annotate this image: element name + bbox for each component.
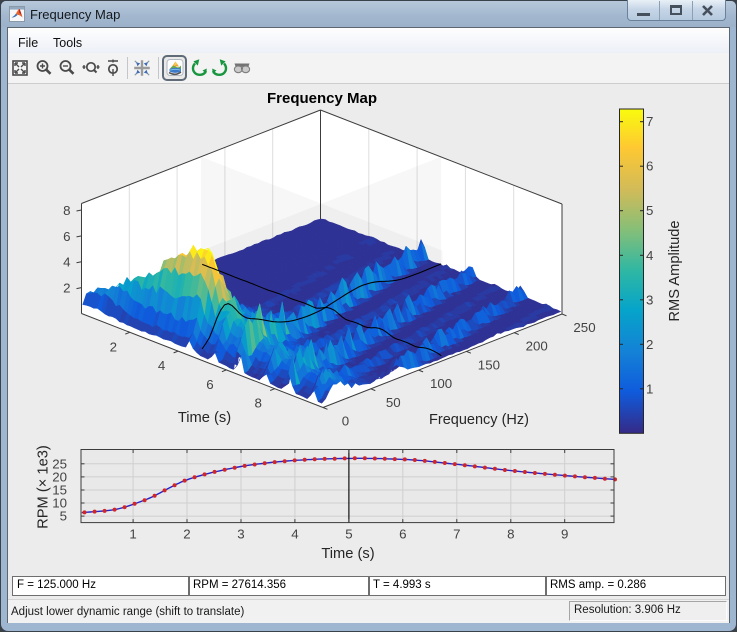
svg-text:7: 7 — [453, 527, 460, 542]
svg-text:5: 5 — [60, 509, 67, 524]
svg-text:25: 25 — [52, 456, 67, 471]
svg-text:2: 2 — [110, 339, 117, 354]
svg-text:7: 7 — [646, 114, 653, 129]
svg-text:Time (s): Time (s) — [321, 546, 374, 562]
svg-text:4: 4 — [158, 358, 165, 373]
svg-text:8: 8 — [63, 203, 70, 218]
svg-text:2: 2 — [63, 281, 70, 296]
svg-text:15: 15 — [52, 483, 67, 498]
svg-text:2: 2 — [183, 527, 190, 542]
svg-text:100: 100 — [430, 376, 452, 391]
svg-text:1: 1 — [646, 381, 653, 396]
svg-text:250: 250 — [573, 320, 595, 335]
svg-text:3: 3 — [646, 292, 653, 307]
svg-text:20: 20 — [52, 469, 67, 484]
svg-text:4: 4 — [291, 527, 298, 542]
svg-text:3: 3 — [237, 527, 244, 542]
svg-text:6: 6 — [206, 377, 213, 392]
svg-text:6: 6 — [63, 229, 70, 244]
svg-text:RMS Amplitude: RMS Amplitude — [667, 220, 683, 321]
svg-text:5: 5 — [345, 527, 352, 542]
svg-text:150: 150 — [478, 357, 500, 372]
svg-text:Time (s): Time (s) — [178, 410, 231, 426]
svg-text:Frequency Map: Frequency Map — [267, 90, 377, 107]
svg-text:50: 50 — [386, 395, 401, 410]
svg-text:9: 9 — [561, 527, 568, 542]
svg-text:10: 10 — [52, 496, 67, 511]
svg-text:6: 6 — [399, 527, 406, 542]
svg-text:200: 200 — [526, 339, 548, 354]
svg-text:6: 6 — [646, 159, 653, 174]
svg-text:4: 4 — [646, 248, 653, 263]
svg-text:0: 0 — [342, 414, 349, 429]
svg-text:2: 2 — [646, 337, 653, 352]
svg-text:Frequency (Hz): Frequency (Hz) — [429, 412, 529, 428]
svg-text:4: 4 — [63, 255, 70, 270]
svg-text:5: 5 — [646, 203, 653, 218]
svg-text:8: 8 — [507, 527, 514, 542]
svg-text:1: 1 — [129, 527, 136, 542]
svg-text:RPM (× 1e3): RPM (× 1e3) — [36, 445, 52, 529]
svg-text:8: 8 — [254, 396, 261, 411]
